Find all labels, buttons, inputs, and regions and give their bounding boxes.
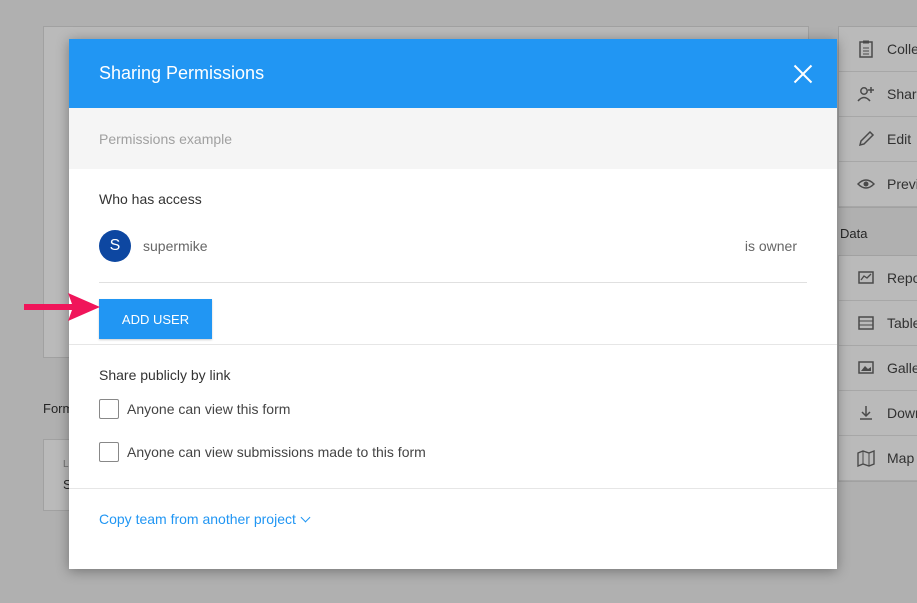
view-form-option[interactable]: Anyone can view this form: [99, 399, 807, 419]
copy-team-section: Copy team from another project: [69, 489, 837, 527]
user-role: is owner: [744, 237, 797, 254]
chevron-down-icon: [300, 512, 311, 522]
dialog-subtitle: Permissions example: [69, 108, 837, 169]
annotation-arrow-icon: [24, 293, 100, 321]
access-section: Who has access S supermike is owner ADD …: [69, 169, 837, 345]
username: supermike: [143, 237, 208, 254]
public-share-section: Share publicly by link Anyone can view t…: [69, 345, 837, 489]
view-form-label: Anyone can view this form: [127, 401, 291, 417]
copy-team-link[interactable]: Copy team from another project: [99, 489, 807, 527]
access-section-title: Who has access: [99, 191, 202, 207]
add-user-button[interactable]: ADD USER: [99, 299, 212, 339]
view-submissions-option[interactable]: Anyone can view submissions made to this…: [99, 442, 807, 462]
public-share-title: Share publicly by link: [99, 367, 231, 383]
dialog-title: Sharing Permissions: [99, 63, 265, 83]
avatar: S: [99, 229, 131, 262]
view-submissions-label: Anyone can view submissions made to this…: [127, 444, 426, 460]
sharing-permissions-dialog: Sharing Permissions Permissions example …: [69, 39, 837, 569]
close-icon[interactable]: [793, 64, 813, 84]
copy-team-label: Copy team from another project: [99, 511, 296, 527]
view-submissions-checkbox[interactable]: [99, 442, 119, 462]
user-info: S supermike: [99, 229, 208, 262]
user-row: S supermike is owner: [99, 223, 807, 283]
dialog-header: Sharing Permissions: [69, 39, 837, 108]
view-form-checkbox[interactable]: [99, 399, 119, 419]
